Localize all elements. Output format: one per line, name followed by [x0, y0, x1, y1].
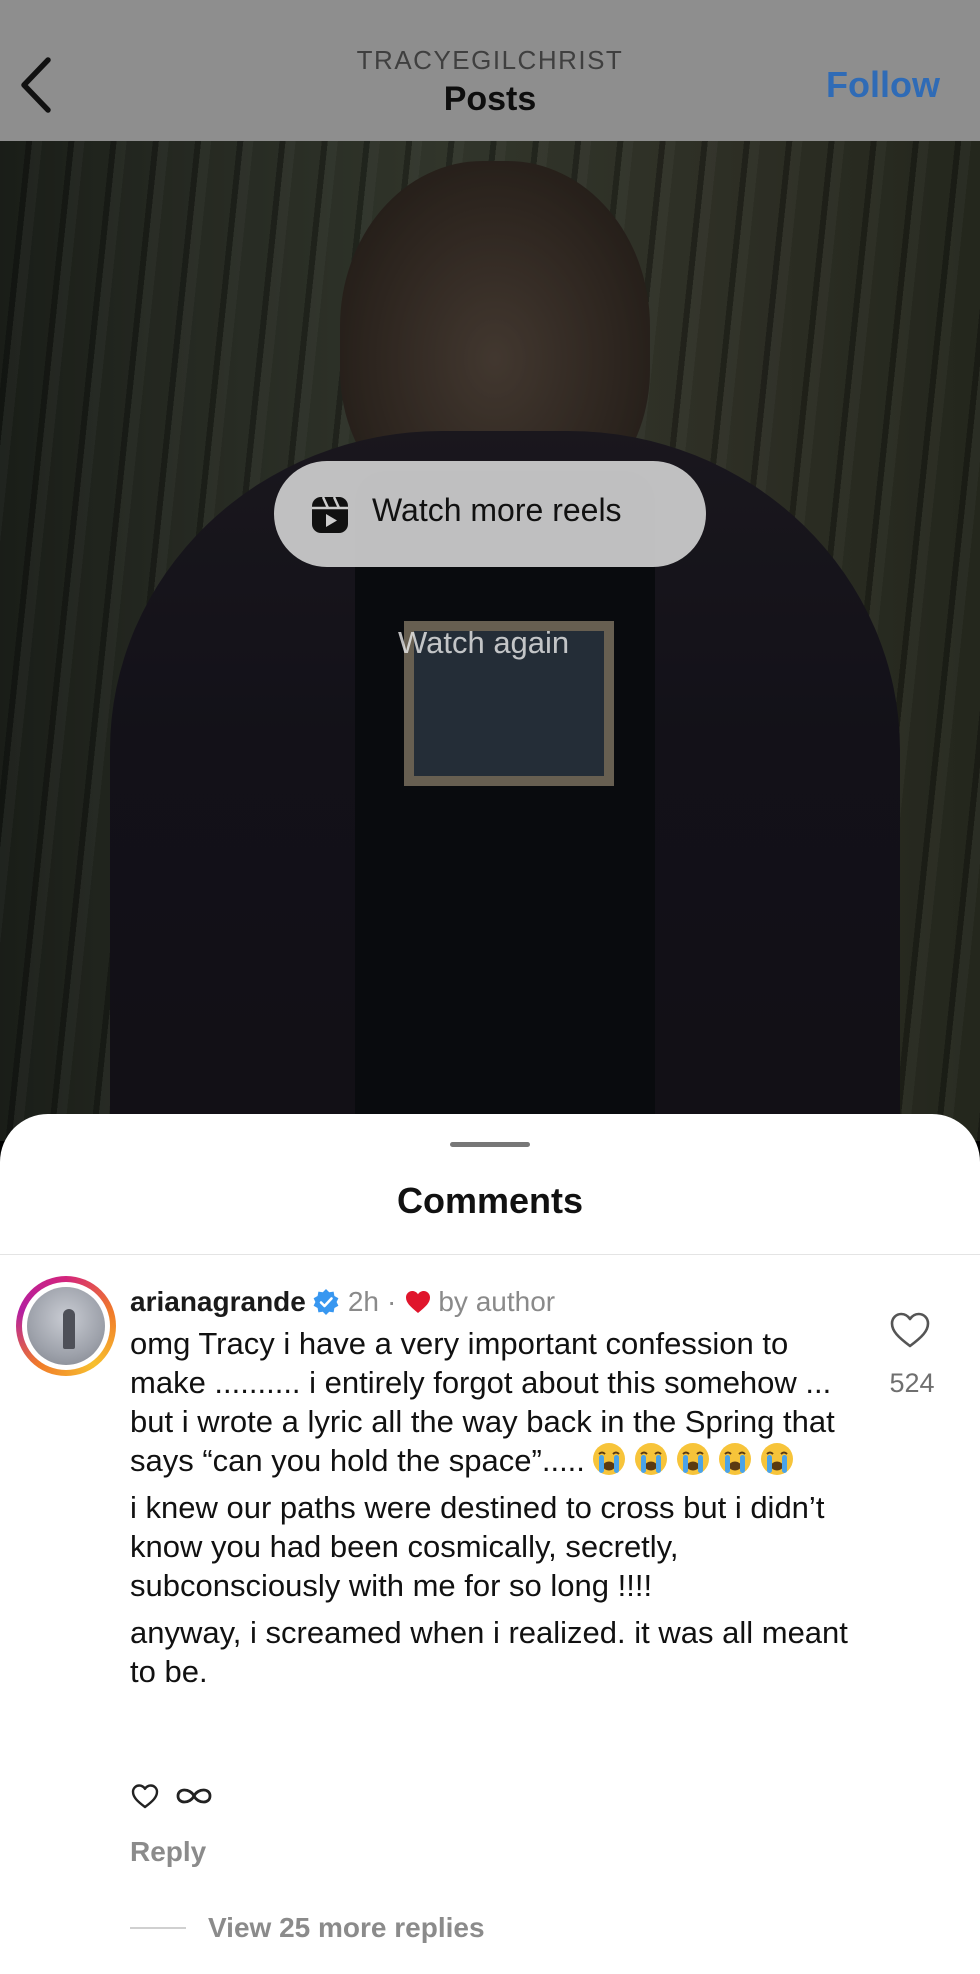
reply-button[interactable]: Reply [130, 1836, 206, 1868]
watch-again-button[interactable]: Watch again [398, 625, 569, 661]
comment-header: arianagrande 2h · by author [130, 1282, 555, 1322]
comment-username[interactable]: arianagrande [130, 1286, 306, 1318]
replies-divider [130, 1927, 186, 1929]
reel-video[interactable]: Watch more reels Watch again [0, 141, 980, 1141]
watch-more-reels-label: Watch more reels [372, 492, 622, 528]
crying-face-icon [676, 1443, 709, 1475]
heart-filled-icon [406, 1291, 431, 1313]
avatar-figure [63, 1309, 75, 1349]
verified-badge-icon [313, 1289, 339, 1315]
follow-button[interactable]: Follow [826, 64, 940, 106]
crying-face-icon [592, 1443, 625, 1475]
top-bar: TRACYEGILCHRIST Posts Follow [0, 0, 980, 141]
crying-emoji-group [585, 1441, 795, 1477]
view-more-replies-button[interactable]: View 25 more replies [130, 1912, 485, 1944]
by-author-label: by author [438, 1286, 556, 1317]
comment-body: omg Tracy i have a very important confes… [130, 1324, 850, 1699]
watch-more-reels-button[interactable]: Watch more reels [274, 461, 706, 567]
like-count: 524 [889, 1368, 935, 1398]
meta-separator: · [387, 1286, 397, 1317]
heart-outline-icon[interactable] [130, 1782, 160, 1810]
reaction-row [130, 1782, 216, 1810]
comments-sheet: Comments arianagrande 2h · by author omg… [0, 1114, 980, 1974]
like-heart-icon[interactable] [888, 1310, 932, 1350]
comment-time: 2h [347, 1286, 380, 1317]
divider [0, 1254, 980, 1255]
crying-face-icon [718, 1443, 751, 1475]
reels-icon [312, 496, 348, 533]
comment-paragraph: i knew our paths were destined to cross … [130, 1490, 825, 1603]
crying-face-icon [760, 1443, 793, 1475]
view-more-replies-label: View 25 more replies [208, 1912, 485, 1943]
comment-paragraph: anyway, i screamed when i realized. it w… [130, 1615, 848, 1689]
comments-title: Comments [396, 1180, 584, 1221]
comment-paragraph: omg Tracy i have a very important confes… [130, 1324, 850, 1480]
avatar-image [27, 1287, 105, 1365]
avatar[interactable] [16, 1276, 116, 1376]
infinity-icon[interactable] [172, 1782, 216, 1810]
avatar-ring-gap [22, 1282, 110, 1370]
crying-face-icon [634, 1443, 667, 1475]
sheet-grabber[interactable] [450, 1142, 530, 1147]
